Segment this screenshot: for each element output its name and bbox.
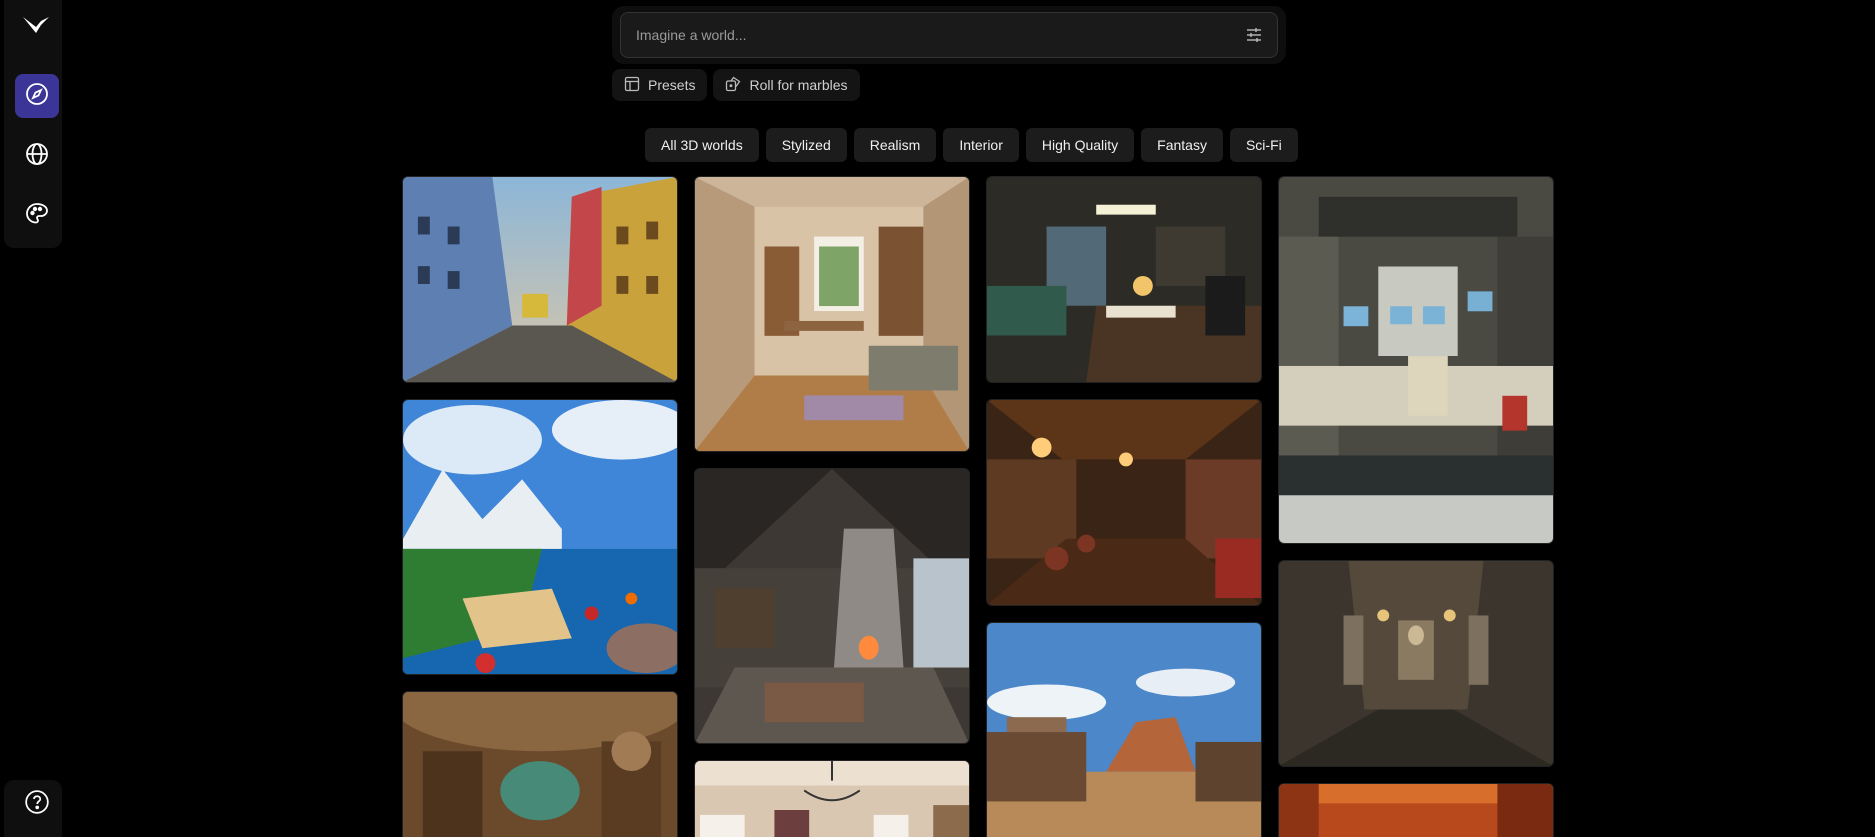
layout-icon — [624, 76, 640, 95]
filter-sci-fi[interactable]: Sci-Fi — [1229, 128, 1298, 162]
nav-worlds-button[interactable] — [15, 134, 59, 178]
world-card-lisbon-street-tram[interactable] — [402, 176, 678, 383]
filter-all-3d-worlds[interactable]: All 3D worlds — [645, 128, 759, 162]
help-button[interactable] — [23, 789, 51, 820]
search-settings-button[interactable] — [1245, 26, 1263, 44]
world-card-dark-office-aquarium[interactable] — [986, 176, 1262, 383]
search-sub-actions: Presets Roll for marbles — [612, 69, 860, 101]
category-filters: All 3D worlds Stylized Realism Interior … — [645, 128, 1298, 162]
palette-icon — [25, 202, 49, 231]
filter-stylized[interactable]: Stylized — [765, 128, 847, 162]
help-circle-icon — [24, 789, 50, 820]
roll-label: Roll for marbles — [749, 77, 848, 93]
filter-interior[interactable]: Interior — [943, 128, 1019, 162]
search-input[interactable] — [636, 13, 1216, 57]
dice-icon — [725, 76, 741, 95]
nav-explore-button[interactable] — [15, 74, 59, 118]
world-card-cave-library[interactable] — [402, 691, 678, 837]
filter-high-quality[interactable]: High Quality — [1025, 128, 1135, 162]
world-card-cartoon-island-coast[interactable] — [402, 399, 678, 675]
presets-button[interactable]: Presets — [612, 69, 708, 101]
world-card-bedroom-study[interactable] — [694, 176, 970, 452]
world-card-rustic-cabin-fireplace[interactable] — [694, 468, 970, 744]
marble-logo-icon[interactable] — [21, 11, 51, 41]
compass-icon — [25, 82, 49, 111]
filter-fantasy[interactable]: Fantasy — [1141, 128, 1223, 162]
sidebar — [0, 0, 64, 837]
presets-label: Presets — [648, 77, 696, 93]
world-card-retro-spaceship-console[interactable] — [1278, 176, 1554, 544]
world-card-warm-orange-hall[interactable] — [1278, 783, 1554, 837]
sidebar-panel — [4, 0, 62, 248]
search-container — [612, 6, 1286, 64]
world-card-bright-room-chandelier[interactable] — [694, 760, 970, 837]
world-card-stone-gallery-statues[interactable] — [1278, 560, 1554, 767]
roll-for-marbles-button[interactable]: Roll for marbles — [713, 69, 860, 101]
search-box — [620, 12, 1278, 58]
filter-realism[interactable]: Realism — [853, 128, 937, 162]
globe-icon — [25, 142, 49, 171]
nav-styles-button[interactable] — [15, 194, 59, 238]
world-card-wooden-tavern-bar[interactable] — [986, 399, 1262, 606]
sliders-icon — [1245, 28, 1263, 48]
world-card-western-town-desert[interactable] — [986, 622, 1262, 837]
sidebar-bottom-panel — [4, 780, 62, 837]
